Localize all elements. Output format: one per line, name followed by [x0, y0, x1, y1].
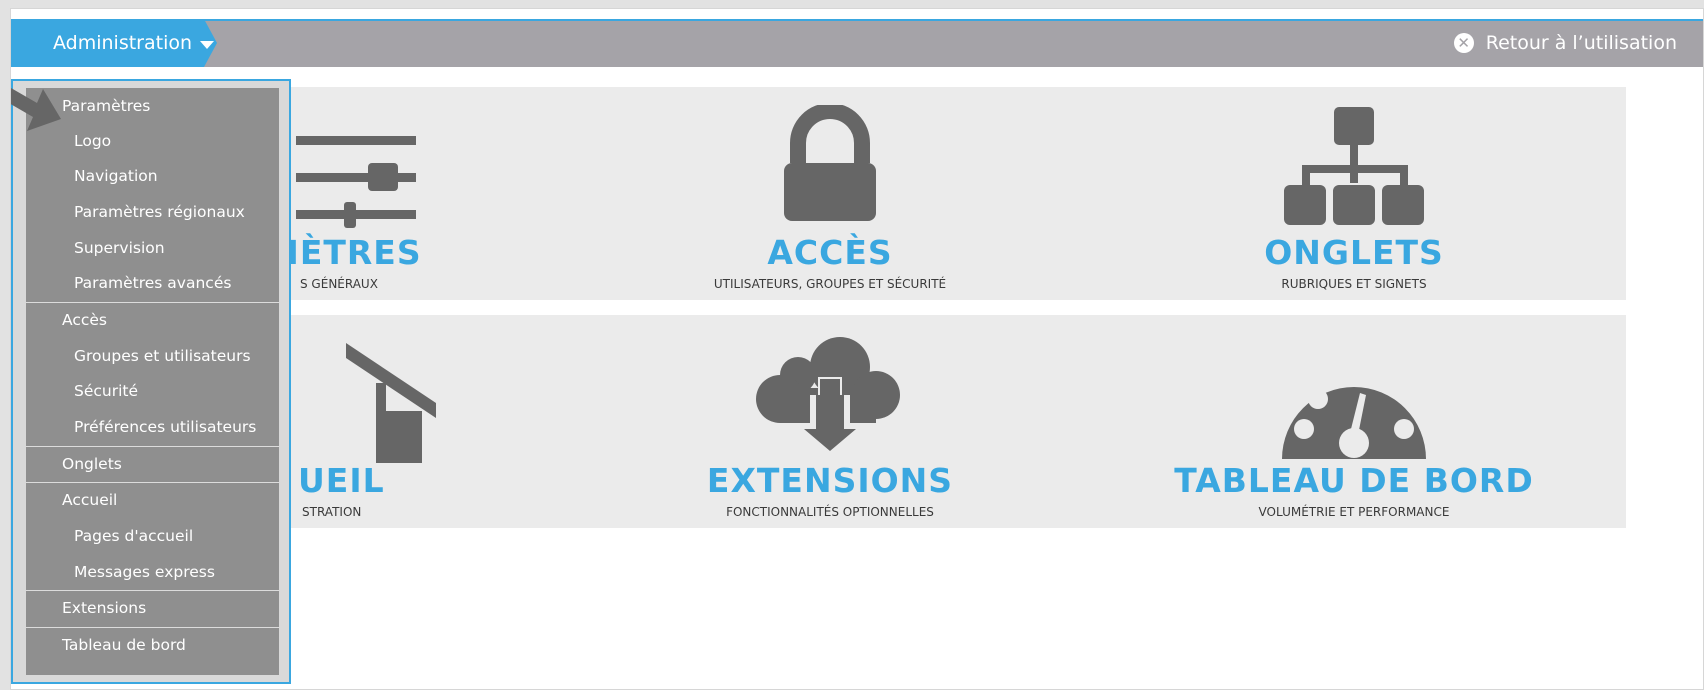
menu-item-preferences-utilisateurs[interactable]: Préférences utilisateurs: [26, 410, 279, 444]
tile-subtitle: RUBRIQUES ET SIGNETS: [1281, 277, 1427, 291]
return-label: Retour à l’utilisation: [1485, 32, 1677, 54]
top-bar-accent-line: [11, 19, 1703, 21]
administration-dropdown: Paramètres Logo Navigation Paramètres ré…: [11, 79, 291, 684]
tile-tableau-de-bord[interactable]: TABLEAU DE BORD VOLUMÉTRIE ET PERFORMANC…: [1082, 315, 1626, 528]
close-circle-icon: ✕: [1453, 33, 1474, 53]
menu-item-parametres-avances[interactable]: Paramètres avancés: [26, 266, 279, 300]
tile-subtitle: VOLUMÉTRIE ET PERFORMANCE: [1258, 505, 1450, 519]
cloud-download-icon: [558, 333, 1102, 463]
dashboard-icon: [1082, 333, 1626, 463]
tile-subtitle: S GÉNÉRAUX: [300, 277, 378, 291]
menu-item-extensions[interactable]: Extensions: [26, 591, 279, 625]
administration-label: Administration: [53, 32, 193, 54]
return-to-usage-link[interactable]: ✕ Retour à l’utilisation: [1453, 19, 1677, 67]
sitemap-icon: [1082, 105, 1626, 235]
menu-item-securite[interactable]: Sécurité: [26, 374, 279, 408]
menu-item-tableau-de-bord[interactable]: Tableau de bord: [26, 628, 279, 662]
tile-acces[interactable]: ACCÈS UTILISATEURS, GROUPES ET SÉCURITÉ: [558, 87, 1102, 300]
tile-title: EXTENSIONS: [706, 461, 954, 500]
pointer-arrow-icon: [11, 87, 61, 131]
tile-title: UEIL: [298, 461, 385, 500]
administration-menu-button[interactable]: Administration: [11, 19, 217, 67]
tile-title: MÈTRES: [266, 233, 422, 272]
top-bar: [11, 19, 1703, 67]
menu-item-supervision[interactable]: Supervision: [26, 231, 279, 265]
menu-item-acces[interactable]: Accès: [26, 303, 279, 337]
menu-item-pages-accueil[interactable]: Pages d'accueil: [26, 519, 279, 553]
tile-subtitle: UTILISATEURS, GROUPES ET SÉCURITÉ: [713, 277, 947, 291]
caret-down-icon: [200, 40, 215, 49]
menu-item-groupes-utilisateurs[interactable]: Groupes et utilisateurs: [26, 339, 279, 373]
menu-item-accueil[interactable]: Accueil: [26, 483, 279, 517]
admin-app: MÈTRES S GÉNÉRAUX ACCÈS UTILISATEURS, GR…: [10, 8, 1704, 690]
dropdown-menu-list: Paramètres Logo Navigation Paramètres ré…: [26, 88, 279, 675]
menu-item-parametres-regionaux[interactable]: Paramètres régionaux: [26, 195, 279, 229]
tile-title: ACCÈS: [767, 233, 893, 272]
tile-subtitle: FONCTIONNALITÉS OPTIONNELLES: [726, 505, 934, 519]
tile-onglets[interactable]: ONGLETS RUBRIQUES ET SIGNETS: [1082, 87, 1626, 300]
lock-icon: [558, 105, 1102, 235]
tile-title: TABLEAU DE BORD: [1174, 461, 1534, 500]
menu-item-messages-express[interactable]: Messages express: [26, 555, 279, 589]
tile-title: ONGLETS: [1264, 233, 1444, 272]
tile-subtitle: STRATION: [302, 505, 362, 519]
tile-extensions[interactable]: EXTENSIONS FONCTIONNALITÉS OPTIONNELLES: [558, 315, 1102, 528]
menu-item-navigation[interactable]: Navigation: [26, 159, 279, 193]
menu-item-onglets[interactable]: Onglets: [26, 447, 279, 481]
